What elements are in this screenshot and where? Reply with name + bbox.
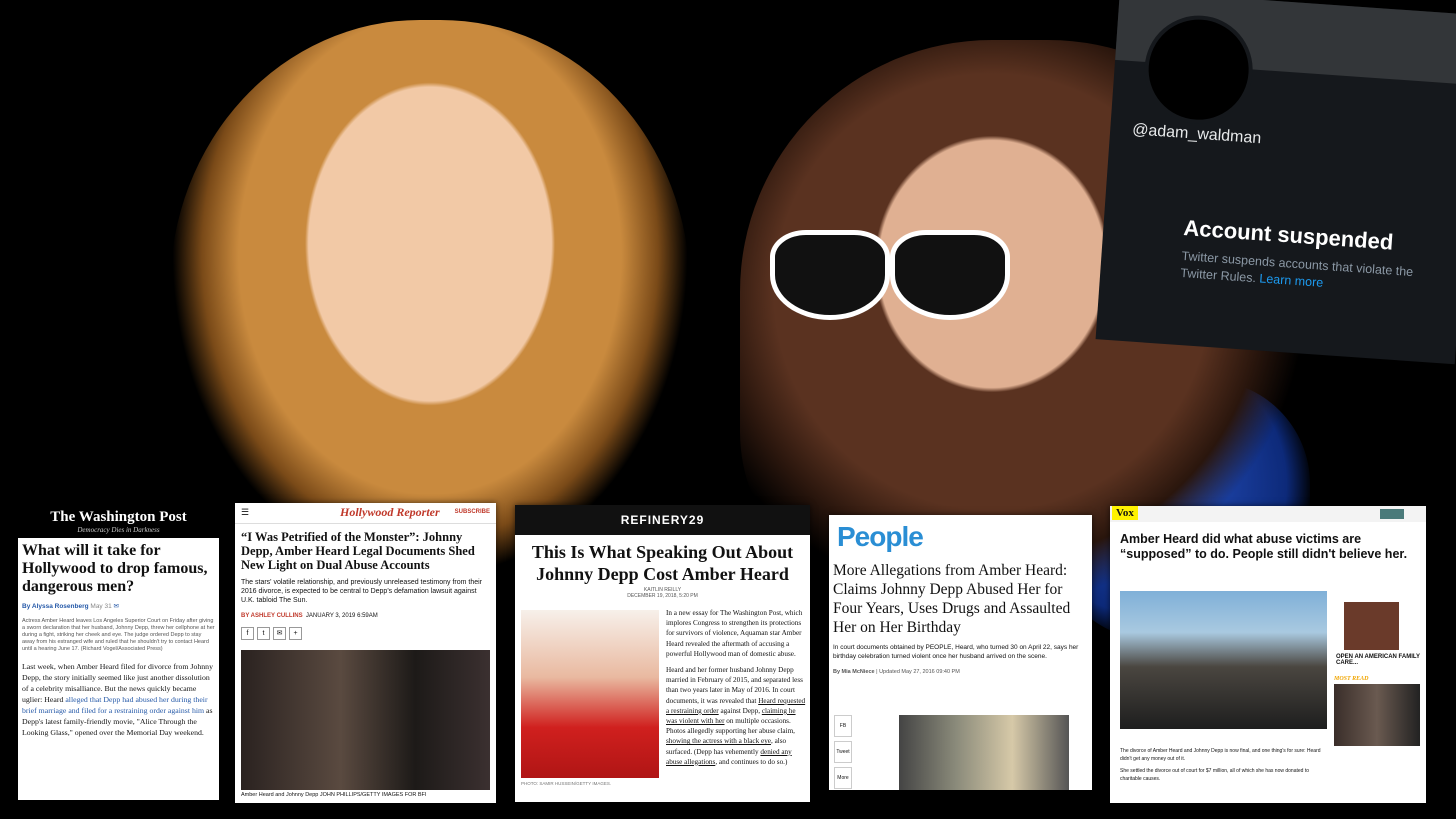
hollywood-reporter-article: ☰ Hollywood Reporter SUBSCRIBE “I Was Pe… <box>235 503 496 803</box>
nav-button[interactable] <box>1380 509 1404 519</box>
sunglasses <box>760 230 1020 320</box>
site-header: ☰ Hollywood Reporter SUBSCRIBE <box>235 503 496 524</box>
byline: KAITLIN REILLY DECEMBER 19, 2018, 5:20 P… <box>515 587 810 599</box>
article-headline: Amber Heard did what abuse victims are “… <box>1120 532 1408 561</box>
facebook-icon[interactable]: f <box>241 627 254 640</box>
people-article: People More Allegations from Amber Heard… <box>829 515 1092 790</box>
right-lens <box>890 230 1010 320</box>
article-body: Last week, when Amber Heard filed for di… <box>22 661 215 738</box>
article-photo <box>521 610 659 778</box>
paragraph-1: In a new essay for The Washington Post, … <box>666 609 803 658</box>
article-headline: This Is What Speaking Out About Johnny D… <box>531 542 794 584</box>
byline: BY ASHLEY CULLINS JANUARY 3, 2019 6:59AM <box>241 613 490 619</box>
paragraph-2: She settled the divorce out of court for… <box>1120 768 1309 782</box>
email-icon[interactable]: ✉ <box>273 627 286 640</box>
paragraph-1: The divorce of Amber Heard and Johnny De… <box>1120 748 1321 762</box>
body-text: against Depp, <box>718 706 762 715</box>
article-photo <box>899 715 1069 790</box>
site-nav: Vox <box>1110 506 1426 522</box>
sidebar: OPEN AN AMERICAN FAMILY CARE... MOST REA… <box>1334 594 1424 746</box>
email-icon[interactable]: ✉ <box>114 603 119 610</box>
photo-credit: PHOTO: SAMIR HUSSEIN/GETTY IMAGES. <box>521 781 612 786</box>
facebook-share-button[interactable]: FB <box>834 715 852 737</box>
paragraph-2: Heard and her former husband Johnny Depp… <box>666 665 806 767</box>
tweet-button[interactable]: Tweet <box>834 741 852 763</box>
ad-title[interactable]: OPEN AN AMERICAN FAMILY CARE... <box>1336 654 1424 666</box>
site-logo[interactable]: The Washington Post <box>18 505 219 526</box>
washington-post-article: The Washington Post Democracy Dies in Da… <box>18 505 219 800</box>
article-dek: The stars' volatile relationship, and pr… <box>241 579 483 604</box>
twitter-handle: @adam_waldman <box>1131 121 1262 148</box>
author[interactable]: By Alyssa Rosenberg <box>22 603 89 610</box>
author[interactable]: BY ASHLEY CULLINS <box>241 613 303 619</box>
date: May 31 <box>90 603 112 610</box>
learn-more-link[interactable]: Learn more <box>1259 271 1324 289</box>
article-dek: In court documents obtained by PEOPLE, H… <box>833 644 1079 660</box>
article-link[interactable]: showing the actress with a black eye <box>666 737 771 745</box>
site-logo[interactable]: REFINERY29 <box>515 505 810 535</box>
author[interactable]: By Mia McNiece <box>833 669 875 675</box>
plus-icon[interactable]: + <box>289 627 302 640</box>
vox-article: Vox Amber Heard did what abuse victims a… <box>1110 506 1426 803</box>
twitter-icon[interactable]: t <box>257 627 270 640</box>
masthead: The Washington Post Democracy Dies in Da… <box>18 505 219 538</box>
ad-image[interactable] <box>1344 602 1399 650</box>
byline: By Mia McNiece | Updated May 27, 2016 09… <box>833 669 960 675</box>
date: JANUARY 3, 2019 6:59AM <box>305 613 378 619</box>
site-logo[interactable]: Hollywood Reporter <box>340 505 440 520</box>
article-headline: What will it take for Hollywood to drop … <box>22 542 208 595</box>
most-read-thumbnail[interactable] <box>1334 684 1420 746</box>
date: Updated May 27, 2016 09:40 PM <box>879 669 960 675</box>
refinery29-article: REFINERY29 This Is What Speaking Out Abo… <box>515 505 810 802</box>
share-bar: f t ✉ + <box>241 627 490 640</box>
article-headline: More Allegations from Amber Heard: Claim… <box>833 562 1071 636</box>
share-bar: FB Tweet More <box>834 715 852 789</box>
article-body: The divorce of Amber Heard and Johnny De… <box>1120 748 1325 783</box>
twitter-suspended-panel: @adam_waldman Account suspended Twitter … <box>1095 0 1456 365</box>
photo-caption: Actress Amber Heard leaves Los Angeles S… <box>22 618 215 652</box>
most-read-heading: MOST READ <box>1334 676 1369 682</box>
article-photo <box>241 650 490 790</box>
menu-icon[interactable]: ☰ <box>241 507 249 518</box>
subscribe-button[interactable]: SUBSCRIBE <box>455 509 490 515</box>
tagline: Democracy Dies in Darkness <box>77 526 160 534</box>
body-text: , and continues to do so.) <box>715 757 788 766</box>
article-body: In a new essay for The Washington Post, … <box>666 608 806 767</box>
left-lens <box>770 230 890 320</box>
article-headline: “I Was Petrified of the Monster”: Johnny… <box>241 530 475 572</box>
more-share-button[interactable]: More <box>834 767 852 789</box>
site-logo[interactable]: People <box>837 521 1084 553</box>
amber-heard-portrait <box>170 20 690 580</box>
article-photo <box>1120 591 1327 729</box>
photo-caption: Amber Heard and Johnny Depp JOHN PHILLIP… <box>241 792 427 798</box>
suspended-message: Twitter suspends accounts that violate t… <box>1180 248 1432 299</box>
site-logo[interactable]: Vox <box>1112 506 1138 520</box>
date: DECEMBER 19, 2018, 5:20 PM <box>627 593 698 599</box>
byline: By Alyssa Rosenberg May 31 ✉ <box>22 602 215 610</box>
